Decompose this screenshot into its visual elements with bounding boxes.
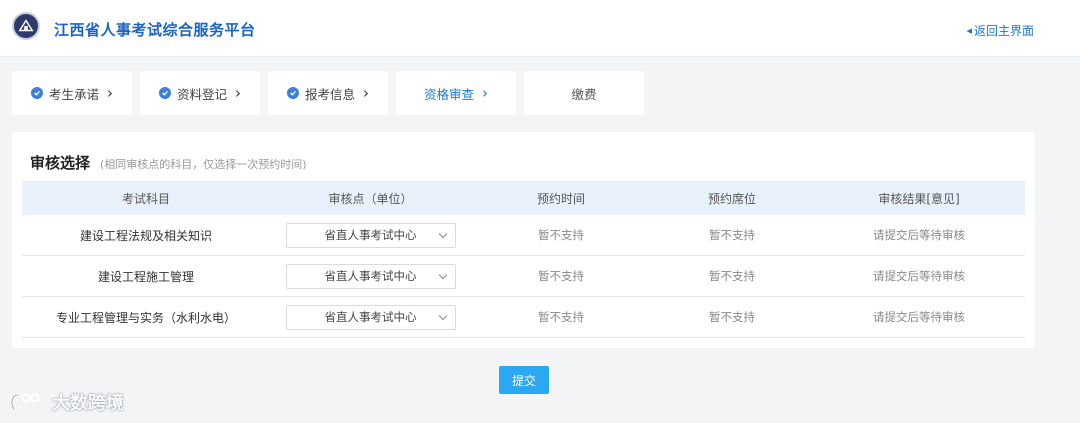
back-link-label: 返回主界面 (973, 24, 1034, 38)
step-label: 报考信息 (304, 86, 355, 102)
check-icon (30, 87, 43, 99)
section-header: 审核选择 (相同审核点的科目，仅选择一次预约时间) (30, 152, 307, 173)
step-label: 资格审查 (423, 86, 474, 102)
watermark: 大数跨境 (8, 389, 124, 415)
subject-cell: 建设工程施工管理 (97, 269, 194, 284)
section-title: 审核选择 (30, 154, 91, 172)
select-value: 省直人事考试中心 (324, 269, 417, 283)
check-icon (158, 87, 171, 99)
step-promise[interactable]: 考生承诺 › (12, 71, 132, 115)
watermark-logo-icon (10, 393, 40, 410)
table-row: 专业工程管理与实务（水利水电） 省直人事考试中心 暂不支持 暂不支持 请提交后等… (22, 297, 1025, 338)
progress-steps: 考生承诺 › 资料登记 › 报考信息 › 资格审查 › 缴费 (12, 71, 644, 115)
result-cell: 请提交后等待审核 (873, 310, 965, 324)
site-cell: 省直人事考试中心 (270, 222, 471, 248)
site-logo-icon (12, 12, 40, 40)
table-row: 建设工程法规及相关知识 省直人事考试中心 暂不支持 暂不支持 请提交后等待审核 (22, 215, 1025, 256)
table-header-row: 考试科目 审核点（单位） 预约时间 预约席位 审核结果[意见] (22, 181, 1025, 215)
subject-cell: 专业工程管理与实务（水利水电） (55, 310, 236, 325)
chevron-right-icon: › (482, 84, 488, 102)
chevron-down-icon (438, 311, 447, 320)
subject-cell: 建设工程法规及相关知识 (79, 228, 212, 243)
seat-cell: 暂不支持 (709, 269, 755, 283)
column-header-result: 审核结果[意见] (878, 191, 960, 206)
step-qualification-review[interactable]: 资格审查 › (396, 71, 516, 115)
section-hint: (相同审核点的科目，仅选择一次预约时间) (100, 158, 307, 171)
step-label: 缴费 (571, 86, 597, 102)
step-label: 考生承诺 (48, 86, 99, 102)
chevron-down-icon (438, 229, 447, 238)
column-header-seat: 预约席位 (707, 191, 756, 206)
result-cell: 请提交后等待审核 (873, 269, 965, 283)
chevron-right-icon: › (363, 84, 369, 102)
chevron-right-icon: › (235, 84, 241, 102)
step-exam-info[interactable]: 报考信息 › (268, 71, 388, 115)
review-selection-card: 审核选择 (相同审核点的科目，仅选择一次预约时间) 考试科目 审核点（单位） 预… (12, 132, 1035, 348)
site-cell: 省直人事考试中心 (270, 304, 471, 330)
check-icon (286, 87, 299, 99)
step-payment[interactable]: 缴费 (524, 71, 644, 115)
back-to-main-link[interactable]: ◂ 返回主界面 (966, 22, 1034, 39)
column-header-time: 预约时间 (536, 191, 585, 206)
top-header: 江西省人事考试综合服务平台 ◂ 返回主界面 (0, 0, 1080, 56)
select-value: 省直人事考试中心 (324, 228, 417, 242)
time-cell: 暂不支持 (538, 228, 584, 242)
submit-button[interactable]: 提交 (499, 366, 549, 394)
site-title: 江西省人事考试综合服务平台 (54, 21, 256, 39)
table-row: 建设工程施工管理 省直人事考试中心 暂不支持 暂不支持 请提交后等待审核 (22, 256, 1025, 297)
chevron-down-icon (438, 270, 447, 279)
step-registration[interactable]: 资料登记 › (140, 71, 260, 115)
column-header-site: 审核点（单位） (328, 191, 413, 206)
column-header-subject: 考试科目 (121, 191, 170, 206)
watermark-text: 大数跨境 (52, 393, 124, 414)
seat-cell: 暂不支持 (709, 310, 755, 324)
back-arrow-icon: ◂ (966, 24, 972, 37)
time-cell: 暂不支持 (538, 310, 584, 324)
step-label: 资料登记 (176, 86, 227, 102)
review-site-select[interactable]: 省直人事考试中心 (285, 222, 456, 248)
chevron-right-icon: › (107, 84, 113, 102)
review-table: 考试科目 审核点（单位） 预约时间 预约席位 审核结果[意见] 建设工程法规及相… (22, 181, 1025, 338)
seat-cell: 暂不支持 (709, 228, 755, 242)
site-cell: 省直人事考试中心 (270, 263, 471, 289)
time-cell: 暂不支持 (538, 269, 584, 283)
review-site-select[interactable]: 省直人事考试中心 (285, 263, 456, 289)
select-value: 省直人事考试中心 (324, 310, 417, 324)
review-site-select[interactable]: 省直人事考试中心 (285, 304, 456, 330)
result-cell: 请提交后等待审核 (873, 228, 965, 242)
